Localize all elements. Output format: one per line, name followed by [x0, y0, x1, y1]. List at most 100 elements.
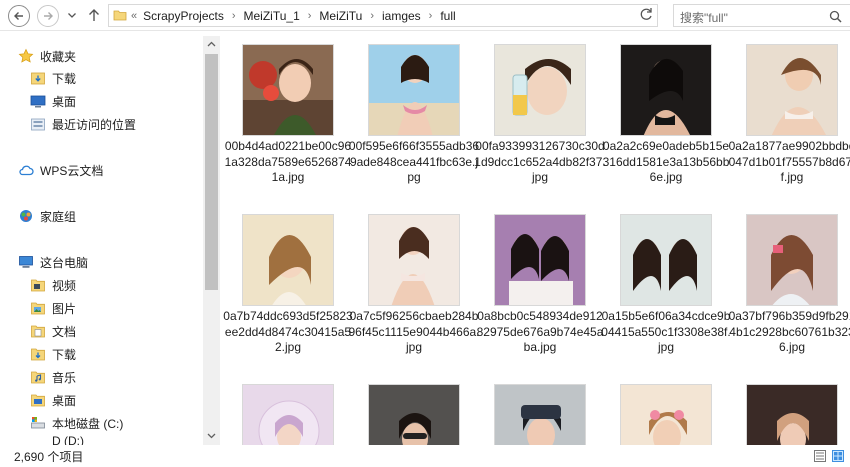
nav-item-label: 文档: [52, 324, 77, 339]
file-name[interactable]: 0a2a2c69e0adeb5b15e316dd1581e3a13b56bb6e…: [600, 139, 732, 186]
file-thumbnail[interactable]: [242, 214, 334, 306]
file-name[interactable]: 00b4d4ad0221be00c961a328da7589e65268741a…: [222, 139, 354, 186]
nav-scrollbar[interactable]: [203, 36, 220, 445]
file-grid: 00b4d4ad0221be00c961a328da7589e65268741a…: [222, 32, 850, 445]
nav-item-desktop-2[interactable]: 桌面: [30, 390, 76, 410]
navigation-pane: 收藏夹 下载 桌面 最近访问的位置 WPS云文档 家庭组 这台电脑 视频 图片 …: [0, 32, 220, 445]
file-name[interactable]: 0a8bcb0c548934de91282975de676a9b74e45aba…: [474, 309, 606, 356]
file-thumbnail[interactable]: [746, 44, 838, 136]
file-name[interactable]: 0a2a1877ae9902bbdbd047d1b01f75557b8d67ff…: [726, 139, 850, 186]
file-thumbnail[interactable]: [494, 44, 586, 136]
documents-folder-icon: [30, 323, 46, 339]
forward-button[interactable]: [37, 5, 59, 27]
scroll-down-arrow-icon[interactable]: [207, 433, 216, 439]
computer-icon: [18, 254, 34, 270]
nav-item-favorites[interactable]: 收藏夹: [18, 46, 76, 66]
breadcrumb: « ScrapyProjects › MeiZiTu_1 › MeiZiTu ›…: [131, 5, 456, 26]
nav-item-label: D (D:): [52, 436, 84, 445]
address-bar[interactable]: « ScrapyProjects › MeiZiTu_1 › MeiZiTu ›…: [108, 4, 738, 27]
nav-item-label: 图片: [52, 301, 77, 316]
file-thumbnail[interactable]: [494, 384, 586, 445]
arrow-left-icon: [14, 12, 23, 20]
arrow-up-icon: [89, 9, 99, 21]
file-thumbnail[interactable]: [242, 44, 334, 136]
chevron-right-icon[interactable]: ›: [232, 10, 236, 22]
chevron-right-icon[interactable]: ›: [308, 10, 312, 22]
file-thumbnail[interactable]: [620, 44, 712, 136]
file-thumbnail[interactable]: [368, 384, 460, 445]
file-name[interactable]: 0a7b74ddc693d5f25823ee2dd4d8474c30415a52…: [222, 309, 354, 356]
drive-icon: [30, 436, 46, 445]
music-folder-icon: [30, 369, 46, 385]
nav-item-label: 这台电脑: [40, 255, 89, 270]
nav-item-label: 音乐: [52, 370, 77, 385]
file-thumbnail[interactable]: [368, 214, 460, 306]
crumb-meizitu-1[interactable]: MeiZiTu_1: [244, 9, 300, 23]
nav-item-drive-d[interactable]: D (D:): [30, 436, 84, 445]
crumb-scrapyprojects[interactable]: ScrapyProjects: [143, 9, 224, 23]
recent-locations-button[interactable]: [66, 9, 78, 21]
refresh-icon[interactable]: [636, 4, 656, 24]
file-thumbnail[interactable]: [242, 384, 334, 445]
nav-item-recent-places[interactable]: 最近访问的位置: [30, 114, 136, 134]
details-view-icon[interactable]: [814, 450, 826, 462]
videos-folder-icon: [30, 277, 46, 293]
file-name[interactable]: 00f595e6f66f3555adb369ade848cea441fbc63e…: [348, 139, 480, 186]
arrow-right-icon: [44, 12, 53, 20]
file-thumbnail[interactable]: [368, 44, 460, 136]
nav-item-label: 桌面: [52, 94, 77, 109]
chevron-down-icon: [68, 13, 76, 18]
nav-item-wps-cloud[interactable]: WPS云文档: [18, 160, 103, 180]
nav-item-label: 最近访问的位置: [52, 117, 137, 132]
homegroup-icon: [18, 208, 34, 224]
file-name[interactable]: 0a15b5e6f06a34cdce9b04415a550c1f3308e38f…: [600, 309, 732, 356]
nav-item-homegroup[interactable]: 家庭组: [18, 206, 76, 226]
chevron-right-icon[interactable]: ›: [429, 10, 433, 22]
up-button[interactable]: [85, 6, 103, 24]
nav-item-documents[interactable]: 文档: [30, 321, 76, 341]
nav-item-label: 收藏夹: [40, 49, 77, 64]
nav-item-label: WPS云文档: [40, 163, 104, 178]
nav-item-downloads[interactable]: 下载: [30, 68, 76, 88]
nav-item-label: 家庭组: [40, 209, 77, 224]
folder-icon: [113, 10, 127, 21]
status-bar: 2,690 个项目: [0, 445, 850, 467]
nav-item-local-disk-c[interactable]: 本地磁盘 (C:): [30, 413, 123, 433]
chevron-right-icon[interactable]: ›: [370, 10, 374, 22]
file-thumbnail[interactable]: [620, 384, 712, 445]
nav-item-desktop[interactable]: 桌面: [30, 91, 76, 111]
file-thumbnail[interactable]: [494, 214, 586, 306]
drive-icon: [30, 415, 46, 431]
nav-item-music[interactable]: 音乐: [30, 367, 76, 387]
nav-item-label: 视频: [52, 278, 77, 293]
nav-item-videos[interactable]: 视频: [30, 275, 76, 295]
view-switcher: [814, 450, 844, 462]
search-placeholder: 搜索"full": [680, 11, 728, 25]
item-count: 2,690 个项目: [14, 450, 84, 464]
file-name[interactable]: 0a37bf796b359d9fb2914b1c2928bc60761b3236…: [726, 309, 850, 356]
file-thumbnail[interactable]: [746, 384, 838, 445]
nav-item-this-pc[interactable]: 这台电脑: [18, 252, 88, 272]
crumb-iamges[interactable]: iamges: [382, 9, 421, 23]
search-input[interactable]: 搜索"full": [673, 4, 850, 27]
nav-item-downloads-2[interactable]: 下载: [30, 344, 76, 364]
chevron-double-left-icon[interactable]: «: [131, 10, 137, 22]
desktop-folder-icon: [30, 392, 46, 408]
file-thumbnail[interactable]: [620, 214, 712, 306]
crumb-full[interactable]: full: [440, 9, 455, 23]
nav-item-pictures[interactable]: 图片: [30, 298, 76, 318]
crumb-meizitu[interactable]: MeiZiTu: [319, 9, 362, 23]
file-name[interactable]: 00fa933993126730c30d1d9dcc1c652a4db82f37…: [474, 139, 606, 186]
recent-places-icon: [30, 116, 46, 132]
scroll-up-arrow-icon[interactable]: [207, 41, 216, 47]
star-icon: [18, 48, 34, 64]
scrollbar-thumb[interactable]: [205, 54, 218, 290]
address-toolbar: « ScrapyProjects › MeiZiTu_1 › MeiZiTu ›…: [0, 0, 850, 31]
nav-item-label: 下载: [52, 71, 77, 86]
large-icons-view-icon[interactable]: [832, 450, 844, 462]
download-folder-icon: [30, 346, 46, 362]
file-name[interactable]: 0a7c5f96256cbaeb284b96f45c1115e9044b466a…: [348, 309, 480, 356]
file-thumbnail[interactable]: [746, 214, 838, 306]
search-icon[interactable]: [829, 10, 842, 23]
back-button[interactable]: [8, 5, 30, 27]
